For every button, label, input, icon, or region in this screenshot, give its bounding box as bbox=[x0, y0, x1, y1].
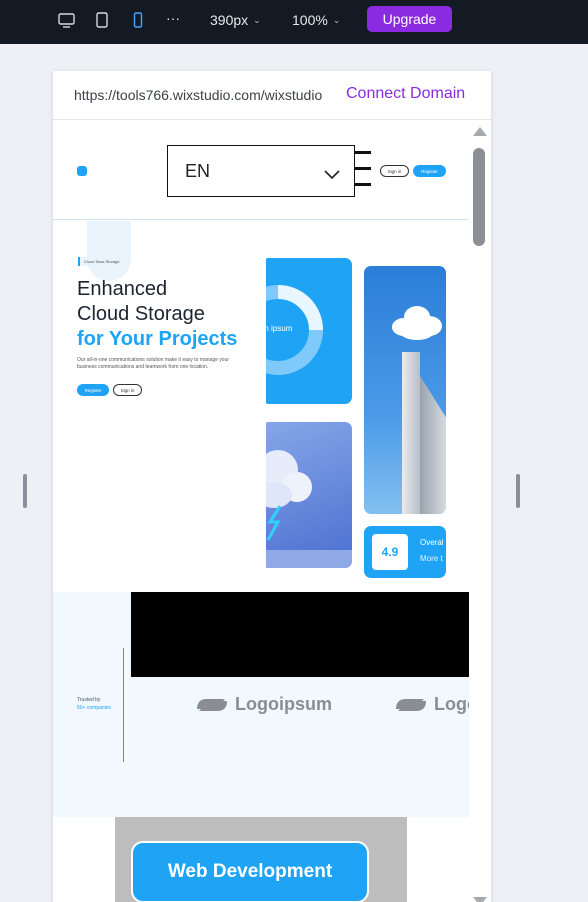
tower-shadow-shape bbox=[420, 376, 446, 514]
width-value: 390px bbox=[210, 12, 249, 28]
hamburger-menu-icon[interactable] bbox=[355, 151, 371, 199]
scroll-up-arrow-icon[interactable] bbox=[473, 127, 487, 136]
site-header: EN Sign in Register bbox=[53, 121, 469, 220]
zoom-value: 100% bbox=[292, 12, 328, 28]
hero-title-line1: Enhanced bbox=[77, 278, 168, 300]
services-section: Web Development bbox=[115, 817, 407, 902]
chevron-down-icon: ⌄ bbox=[332, 14, 341, 25]
partner-logo-name: Logoipsum bbox=[235, 694, 332, 714]
chevron-down-icon bbox=[324, 164, 340, 185]
preview-url-bar: https://tools766.wixstudio.com/wixstudio… bbox=[53, 71, 491, 120]
cloud-shape bbox=[400, 324, 434, 340]
blank-video-block bbox=[131, 592, 469, 677]
partner-logo: Logoipsum bbox=[195, 694, 332, 715]
left-resize-handle[interactable] bbox=[23, 474, 27, 508]
rating-card: 4.9 Overal More t bbox=[364, 526, 446, 578]
building-photo-card bbox=[364, 266, 446, 514]
hero-image-collage: rem ipsum bbox=[266, 258, 446, 591]
hero-title-line3: for Your Projects bbox=[77, 328, 238, 350]
ring-label: rem ipsum bbox=[266, 324, 293, 333]
editor-toolbar: ··· 390px ⌄ 100% ⌄ Upgrade bbox=[0, 0, 588, 44]
card-base-shape bbox=[266, 550, 352, 568]
storage-ring-card: rem ipsum bbox=[266, 258, 352, 404]
hero-tag: Cloud Sass Storage bbox=[78, 257, 124, 266]
hero-title: Enhanced Cloud Storage for Your Projects bbox=[77, 277, 237, 352]
site-logo[interactable] bbox=[77, 166, 87, 176]
upgrade-button[interactable]: Upgrade bbox=[367, 6, 452, 32]
site-viewport: EN Sign in Register Cloud Sass Storage E… bbox=[53, 121, 469, 902]
web-development-button[interactable]: Web Development bbox=[131, 841, 369, 902]
more-icon[interactable]: ··· bbox=[166, 10, 180, 26]
lightning-icon bbox=[266, 505, 282, 541]
hero-description: Our all-in-one communications solution m… bbox=[77, 357, 230, 370]
companies-count: 50+ companies bbox=[77, 705, 112, 711]
hero-sign-in-button[interactable]: Sign in bbox=[113, 384, 142, 396]
more-label: ··· bbox=[166, 10, 180, 26]
scrollbar-thumb[interactable] bbox=[473, 148, 485, 246]
partner-logo-name: Logo bbox=[434, 694, 469, 714]
hero-section: Cloud Sass Storage Enhanced Cloud Storag… bbox=[53, 221, 469, 591]
partner-logo: Logo bbox=[394, 694, 469, 715]
hero-title-line2: Cloud Storage bbox=[77, 303, 205, 325]
rating-value: 4.9 bbox=[372, 534, 408, 570]
overall-label: Overal bbox=[420, 538, 444, 547]
chevron-down-icon: ⌄ bbox=[253, 14, 261, 25]
more-label: More t bbox=[420, 554, 443, 563]
header-sign-in-button[interactable]: Sign in bbox=[380, 165, 409, 177]
tower-shape bbox=[402, 352, 420, 514]
logoipsum-mark-icon bbox=[396, 698, 426, 711]
hero-register-button[interactable]: Register bbox=[77, 384, 109, 396]
width-dropdown[interactable]: 390px ⌄ bbox=[210, 12, 261, 28]
zoom-dropdown[interactable]: 100% ⌄ bbox=[292, 12, 340, 28]
preview-scrollbar[interactable] bbox=[471, 126, 487, 902]
site-preview-frame: https://tools766.wixstudio.com/wixstudio… bbox=[53, 71, 491, 902]
tablet-icon[interactable] bbox=[92, 10, 112, 30]
logoipsum-mark-icon bbox=[197, 698, 227, 711]
site-url: https://tools766.wixstudio.com/wixstudio bbox=[74, 87, 323, 103]
scroll-down-arrow-icon[interactable] bbox=[473, 897, 487, 902]
mobile-icon[interactable] bbox=[128, 10, 148, 30]
trusted-section: Trusted by 50+ companies Logoipsum Logo bbox=[53, 592, 469, 817]
connect-domain-link[interactable]: Connect Domain bbox=[346, 85, 465, 103]
header-register-button[interactable]: Register bbox=[413, 165, 446, 177]
divider-line bbox=[123, 648, 124, 762]
language-select[interactable]: EN bbox=[167, 145, 355, 197]
trusted-by-label: Trusted by bbox=[77, 697, 101, 703]
language-value: EN bbox=[185, 160, 211, 181]
right-resize-handle[interactable] bbox=[516, 474, 520, 508]
desktop-icon[interactable] bbox=[56, 10, 76, 30]
cloud-lightning-card bbox=[266, 422, 352, 568]
hero-glow-decoration bbox=[87, 221, 131, 281]
